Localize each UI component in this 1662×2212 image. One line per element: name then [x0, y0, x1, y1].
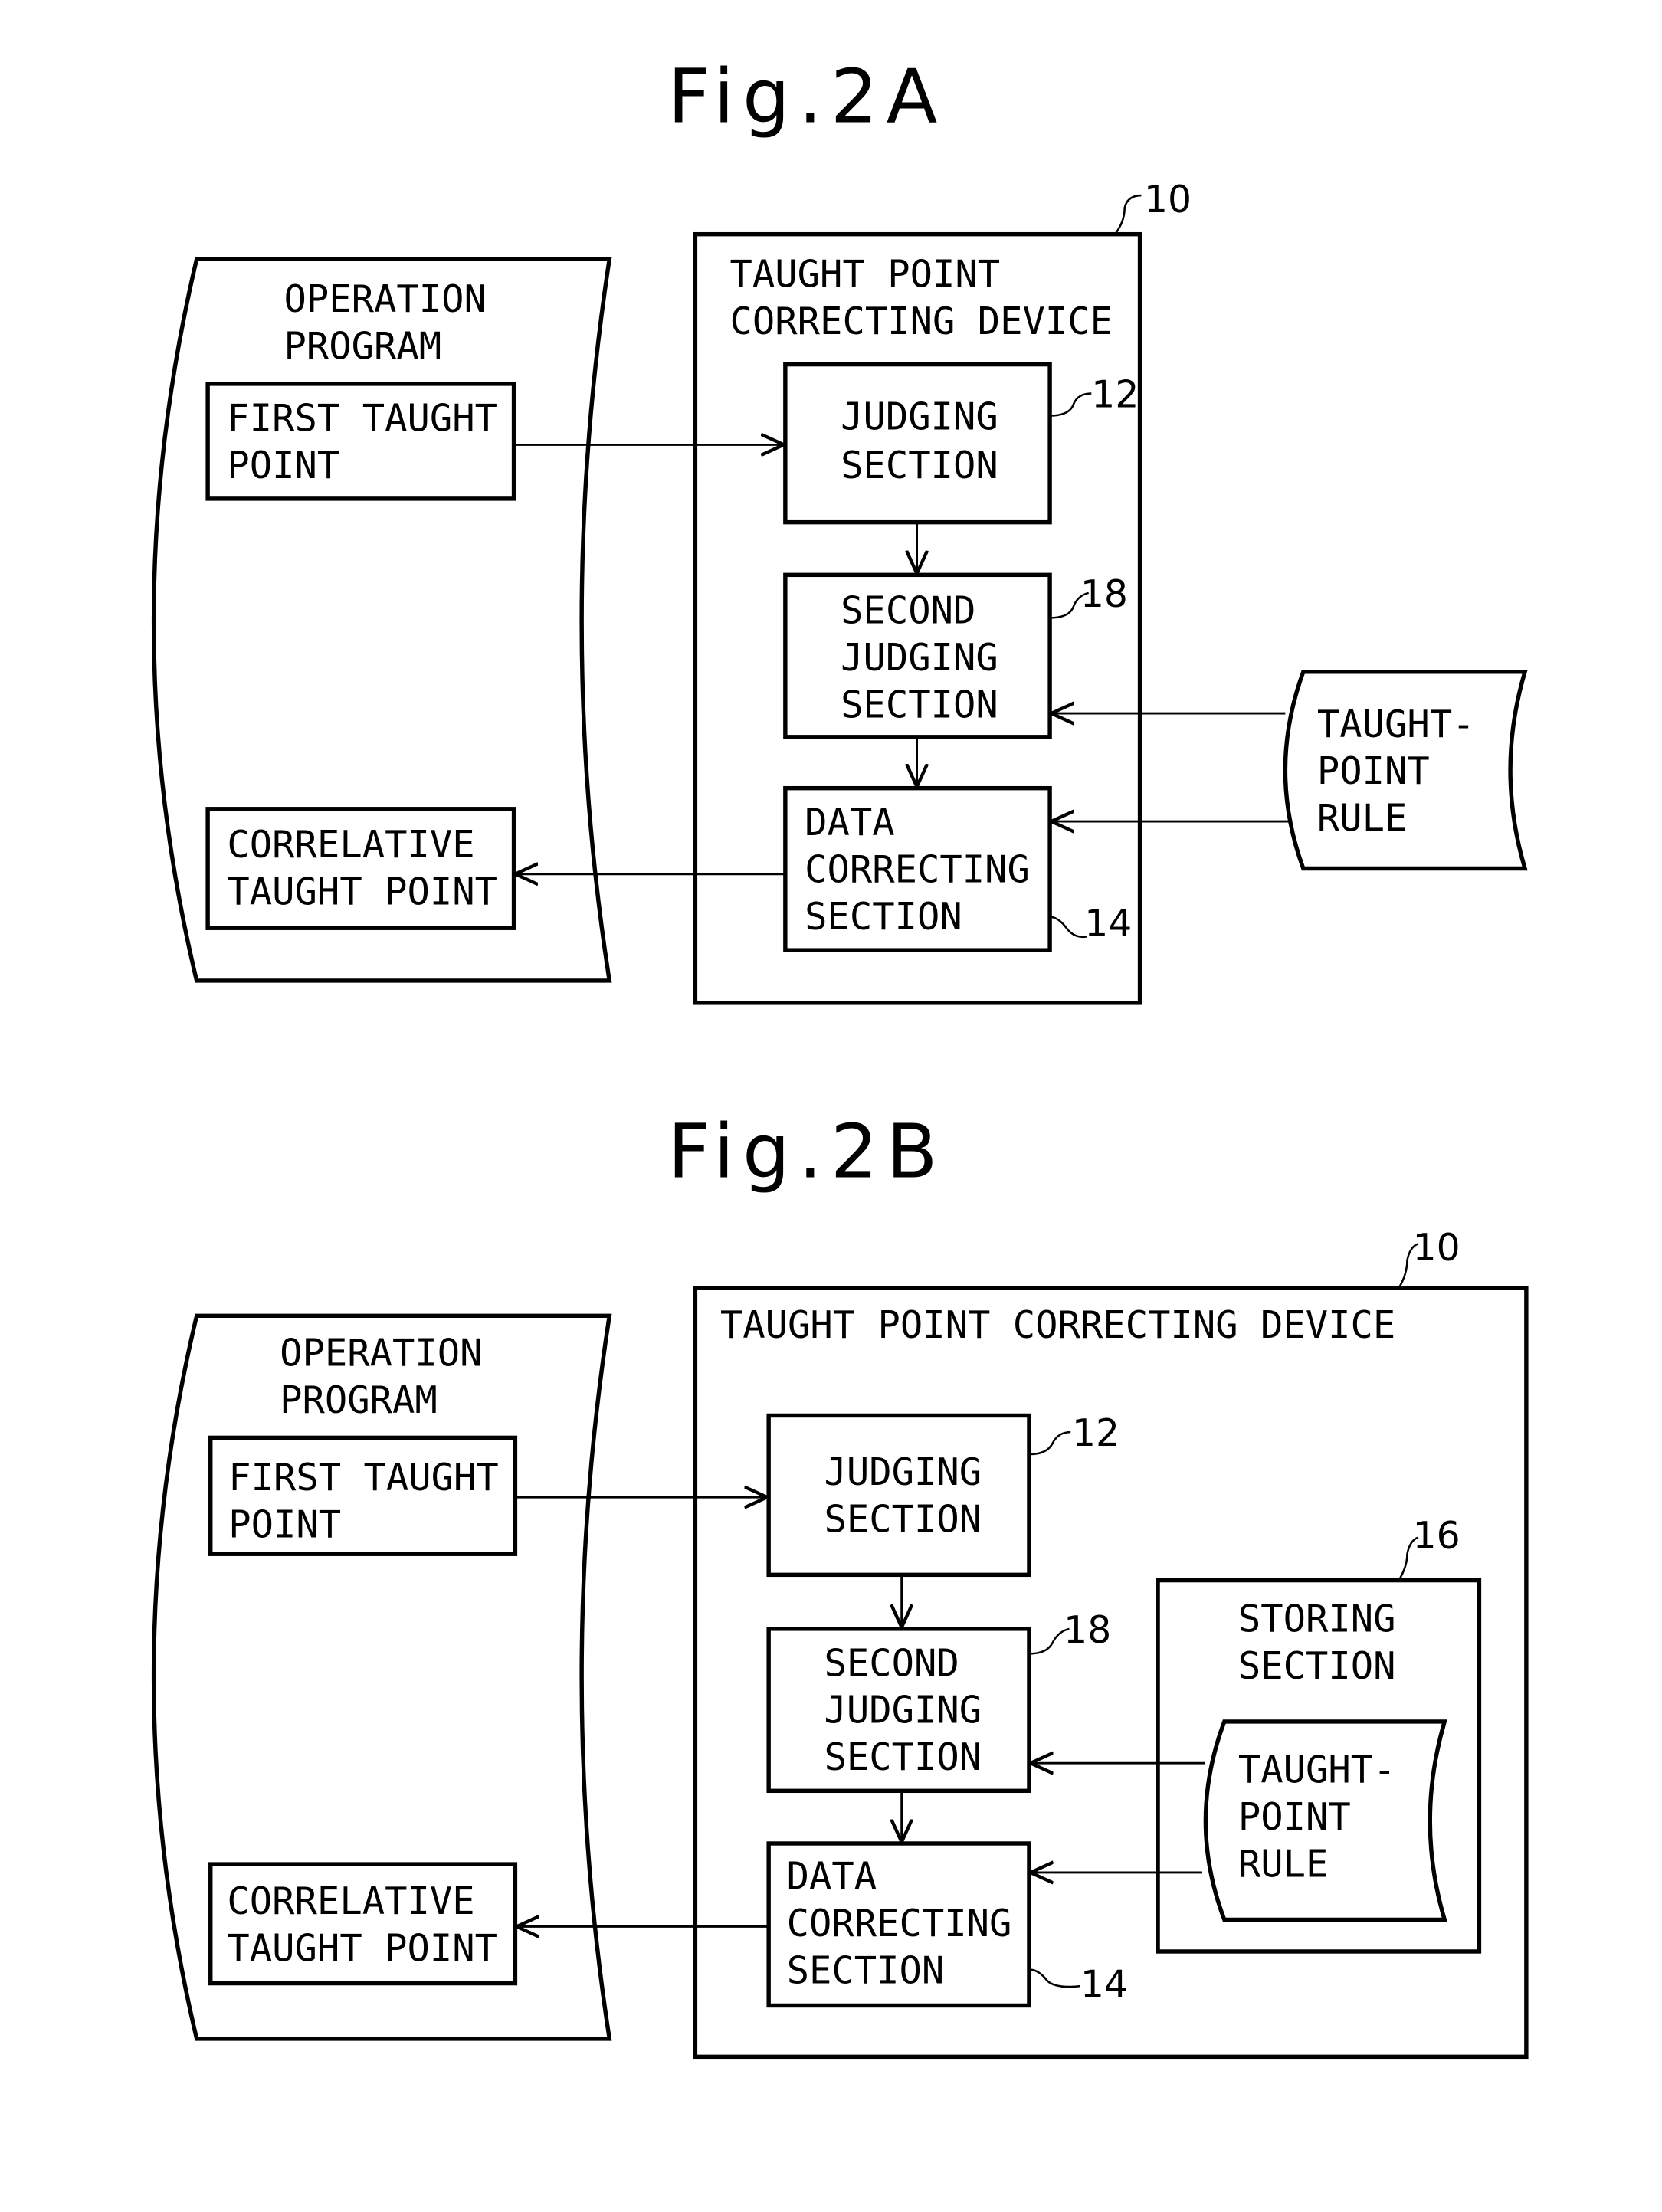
label-text: SECTION — [841, 683, 998, 726]
figure-2a: Fig.2A OPERATION PROGRAM FIRST TAUGHT PO… — [151, 53, 1528, 1005]
label-text: STORING — [1238, 1597, 1396, 1640]
first-taught-point-box: FIRST TAUGHT POINT — [205, 382, 516, 501]
taught-point-rule: TAUGHT- POINT RULE — [1283, 670, 1528, 871]
figure-title: Fig.2B — [667, 1109, 946, 1196]
label-text: RULE — [1317, 797, 1408, 841]
correlative-taught-point-box: CORRELATIVE TAUGHT POINT — [208, 1862, 518, 1986]
label-text: SECOND — [824, 1641, 959, 1685]
label-text: SECTION — [824, 1497, 982, 1541]
taught-point-correcting-device: TAUGHT POINT CORRECTING DEVICE 10 JUDGIN… — [693, 1226, 1529, 2060]
label-text: TAUGHT POINT — [227, 1927, 497, 1971]
label-text: JUDGING — [841, 636, 998, 680]
label-text: SECOND — [841, 589, 975, 633]
patent-figure-sheet: Fig.2A OPERATION PROGRAM FIRST TAUGHT PO… — [151, 53, 1529, 2060]
storing-section: STORING SECTION 16 TAUGHT- POINT RULE — [1156, 1514, 1482, 1954]
label-text: JUDGING — [824, 1689, 982, 1732]
ref-numeral-12: 12 — [1091, 373, 1139, 417]
label-text: POINT — [228, 1503, 341, 1547]
program-label: PROGRAM — [284, 324, 442, 368]
operation-program: OPERATION PROGRAM FIRST TAUGHT POINT COR… — [151, 257, 612, 983]
label-text: JUDGING — [824, 1450, 982, 1494]
label-text: FIRST TAUGHT — [228, 1456, 499, 1499]
program-label: PROGRAM — [280, 1378, 438, 1422]
label-text: POINT — [1317, 749, 1430, 793]
program-label: OPERATION — [280, 1331, 482, 1375]
label-text: CORRELATIVE — [227, 823, 474, 867]
label-text: CORRECTING — [787, 1902, 1012, 1945]
ref-leader — [1114, 194, 1142, 235]
ref-numeral-10: 10 — [1144, 178, 1192, 221]
first-taught-point-box: FIRST TAUGHT POINT — [208, 1435, 518, 1556]
label-text: CORRELATIVE — [227, 1879, 474, 1923]
label-text: DATA — [787, 1855, 877, 1899]
label-text: SECTION — [824, 1735, 982, 1779]
ref-numeral-10: 10 — [1413, 1226, 1460, 1270]
ref-numeral-14: 14 — [1080, 1963, 1128, 2007]
label-text: SECTION — [841, 444, 998, 487]
correlative-taught-point-box: CORRELATIVE TAUGHT POINT — [205, 807, 516, 930]
label-text: CORRECTING — [805, 848, 1030, 892]
program-label: OPERATION — [284, 277, 487, 321]
taught-point-correcting-device: TAUGHT POINT CORRECTING DEVICE 10 JUDGIN… — [693, 178, 1192, 1005]
figure-2b: Fig.2B OPERATION PROGRAM FIRST TAUGHT PO… — [151, 1109, 1529, 2060]
operation-program: OPERATION PROGRAM FIRST TAUGHT POINT COR… — [151, 1313, 612, 2041]
figure-title: Fig.2A — [667, 53, 946, 140]
label-text: TAUGHT- — [1317, 703, 1475, 746]
block-outline — [766, 1413, 1031, 1578]
ref-numeral-18: 18 — [1080, 572, 1128, 616]
label-text: SECTION — [787, 1949, 945, 1993]
label-text: DATA — [805, 801, 895, 844]
label-text: POINT — [1238, 1795, 1351, 1839]
ref-numeral-14: 14 — [1084, 902, 1132, 945]
device-label: CORRECTING DEVICE — [730, 300, 1113, 343]
taught-point-rule: TAUGHT- POINT RULE — [1203, 1719, 1447, 1922]
label-text: TAUGHT POINT — [227, 870, 497, 914]
label-text: RULE — [1238, 1842, 1329, 1886]
label-text: SECTION — [1238, 1644, 1396, 1688]
label-text: TAUGHT- — [1238, 1748, 1396, 1791]
device-label: TAUGHT POINT CORRECTING DEVICE — [720, 1303, 1395, 1347]
label-text: SECTION — [805, 895, 962, 939]
ref-numeral-12: 12 — [1072, 1411, 1119, 1455]
device-label: TAUGHT POINT — [730, 252, 1001, 296]
label-text: FIRST TAUGHT — [227, 396, 497, 440]
ref-numeral-16: 16 — [1413, 1514, 1460, 1558]
ref-numeral-18: 18 — [1064, 1608, 1111, 1652]
label-text: POINT — [227, 444, 339, 487]
label-text: JUDGING — [841, 395, 998, 439]
